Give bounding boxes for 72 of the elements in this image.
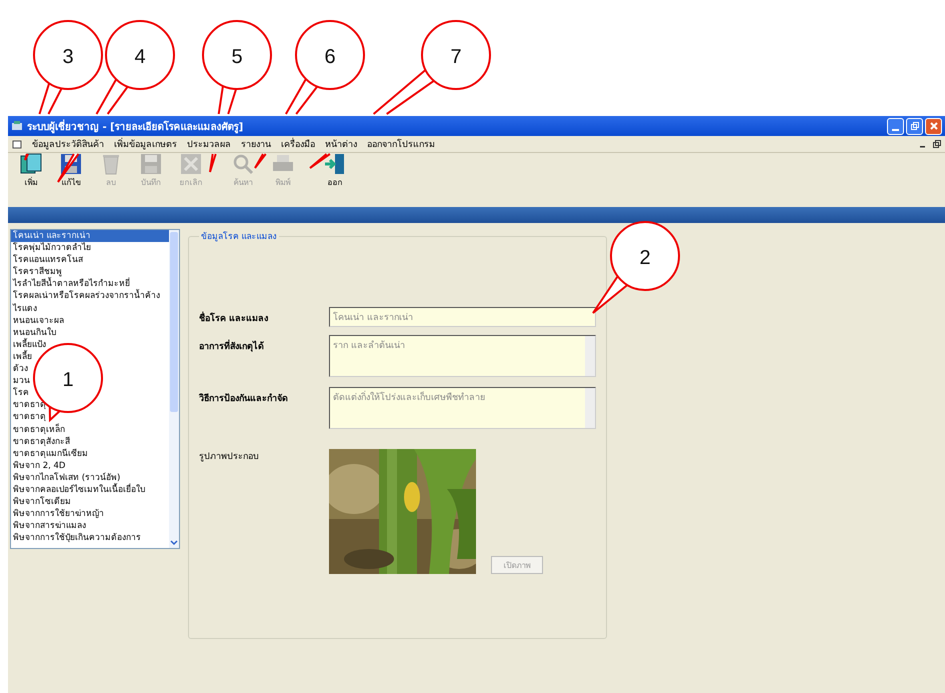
app-icon bbox=[11, 120, 23, 132]
list-item[interactable]: พิษจากโซเดียม bbox=[11, 496, 71, 508]
scrollbar[interactable] bbox=[169, 230, 179, 548]
document-icon bbox=[12, 139, 22, 149]
callout-pointer bbox=[209, 154, 217, 173]
close-button[interactable] bbox=[925, 118, 942, 134]
list-item[interactable]: ด้วง bbox=[11, 363, 28, 376]
list-item[interactable]: ไรแดง bbox=[11, 302, 37, 315]
close-icon bbox=[928, 121, 938, 131]
menu-item[interactable]: ประมวลผล bbox=[187, 137, 231, 151]
list-item[interactable]: พิษจากการใช้ปุ๋ยเกินความต้องการ bbox=[11, 532, 141, 544]
list-item[interactable]: โรคราสีชมพู bbox=[11, 266, 62, 278]
field-label: วิธีการป้องกันและกำจัด bbox=[199, 392, 289, 405]
list-item[interactable]: โคนเน่า และรากเน่า bbox=[11, 230, 169, 242]
minimize-icon bbox=[892, 128, 899, 130]
list-item[interactable]: โรค bbox=[11, 387, 29, 400]
callout-pointer bbox=[309, 153, 330, 169]
callout-number: 7 bbox=[450, 46, 462, 68]
list-item[interactable]: โรคพุ่มไม้กวาดลำไย bbox=[11, 242, 91, 254]
callout-pointer bbox=[57, 153, 80, 183]
list-item[interactable]: ขาดธาตุแมกนีเซียม bbox=[11, 448, 88, 460]
list-item[interactable]: โรคผลเน่าหรือโรคผลร่วงจากราน้ำค้าง bbox=[11, 290, 160, 303]
text-field[interactable]: ราก และลำต้นเน่า bbox=[329, 335, 596, 377]
window-title: ระบบผู้เชี่ยวชาญ - [รายละเอียดโรคและแมลงศัตรู] bbox=[27, 118, 244, 134]
list-item[interactable]: เพลี้ย bbox=[11, 350, 32, 364]
field-label: ชื่อโรค และแมลง bbox=[199, 307, 329, 325]
door-arrow-icon bbox=[323, 152, 347, 176]
callout-number: 4 bbox=[134, 46, 146, 68]
list-item[interactable]: ขาดธาตุสังกะสี bbox=[11, 436, 70, 448]
minimize-button[interactable] bbox=[887, 118, 904, 134]
menu-item[interactable]: หน้าต่าง bbox=[325, 137, 357, 151]
list-item[interactable]: หนอนกินใบ bbox=[11, 326, 56, 339]
group-title: ข้อมูลโรค และแมลง bbox=[200, 230, 278, 243]
list-item[interactable]: พิษจากสารฆ่าแมลง bbox=[11, 520, 86, 532]
menu-item[interactable]: เพิ่มข้อมูลเกษตร bbox=[114, 137, 177, 151]
text-field[interactable]: โคนเน่า และรากเน่า bbox=[329, 307, 596, 327]
list-item[interactable]: เพลี้ยแป้ง bbox=[11, 338, 46, 351]
documents-icon bbox=[19, 152, 43, 176]
menu-item[interactable]: ข้อมูลประวัติสินค้า bbox=[32, 137, 104, 151]
menu-item[interactable]: ออกจากโปรแกรม bbox=[367, 137, 435, 151]
menu-item[interactable]: เครื่องมือ bbox=[281, 137, 315, 151]
callout-pointer bbox=[254, 153, 266, 169]
list-item[interactable]: ขาดธาตุ bbox=[11, 411, 46, 424]
list-item[interactable]: ขาดธาตุ bbox=[11, 399, 46, 412]
exit-button[interactable]: ออก bbox=[316, 151, 354, 190]
text-field[interactable]: ตัดแต่งกิ่งให้โปร่งและเก็บเศษพืชทำลาย bbox=[329, 387, 596, 429]
restore-button[interactable] bbox=[906, 118, 923, 134]
edit-button[interactable]: แก้ไข bbox=[52, 151, 90, 190]
list-item[interactable]: ขาดธาตุเหล็ก bbox=[11, 424, 65, 436]
restore-icon bbox=[910, 121, 920, 131]
scroll-thumb[interactable] bbox=[170, 232, 178, 412]
restore-icon[interactable] bbox=[933, 140, 941, 148]
list-item[interactable]: พิษจากการใช้ยาฆ่าหญ้า bbox=[11, 508, 104, 520]
list-item[interactable]: หนอนเจาะผล bbox=[11, 314, 64, 327]
cross-icon bbox=[179, 152, 203, 176]
list-item[interactable]: ไรลำไยสีน้ำตาลหรือไรกำมะหยี่ bbox=[11, 278, 130, 290]
callout-number: 1 bbox=[62, 369, 74, 391]
list-item[interactable]: โรคแอนแทรคโนส bbox=[11, 254, 83, 266]
callout-number: 5 bbox=[231, 46, 243, 68]
list-item[interactable]: พิษจากไกลโฟเสท (ราวน์อัพ) bbox=[11, 472, 120, 484]
callout-number: 3 bbox=[62, 46, 74, 68]
field-label: รูปภาพประกอบ bbox=[199, 451, 260, 463]
callout-number: 2 bbox=[639, 247, 651, 269]
field-label: อาการที่สังเกตุได้ bbox=[199, 335, 329, 353]
add-button[interactable]: เพิ่ม bbox=[12, 151, 50, 190]
list-item[interactable]: พิษจาก 2, 4D bbox=[11, 460, 66, 472]
search-icon bbox=[231, 152, 255, 176]
callout-number: 6 bbox=[324, 46, 336, 68]
list-item[interactable]: พิษจากคลอเปอร์ไซเมทในเนื้อเยื่อใบ bbox=[11, 484, 145, 496]
list-item[interactable]: มวน bbox=[11, 375, 30, 388]
callout-pointer bbox=[24, 154, 29, 161]
menu-item[interactable]: รายงาน bbox=[241, 137, 271, 151]
